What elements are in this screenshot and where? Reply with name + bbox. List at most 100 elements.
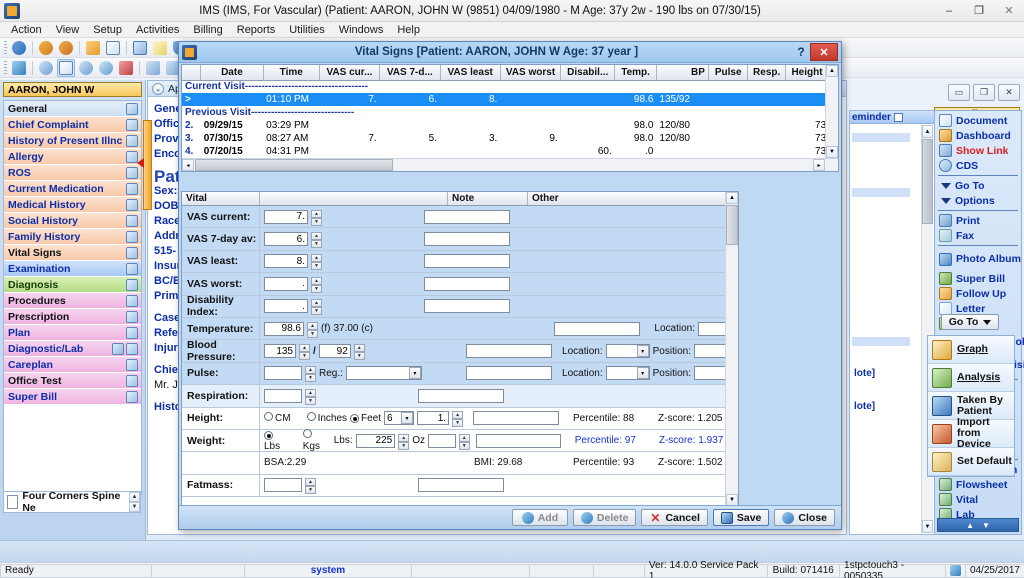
document-scroll-spinner[interactable]: ▲▼ <box>129 492 140 512</box>
menu-item-reports[interactable]: Reports <box>230 22 283 38</box>
col-date[interactable]: Date <box>201 65 263 80</box>
action-follow-up[interactable]: Follow Up <box>937 286 1019 301</box>
document-selector[interactable]: Four Corners Spine Ne ▲▼ <box>3 491 141 513</box>
pulse-input[interactable] <box>264 366 302 380</box>
delete-button[interactable]: Delete <box>573 509 637 526</box>
radio-cm[interactable] <box>264 412 273 421</box>
height-unit-feet-radio[interactable]: Feet <box>350 413 381 424</box>
note-indicator-icon[interactable] <box>126 391 138 403</box>
mdi-restore-button[interactable]: ❐ <box>973 84 995 101</box>
scroll-down-icon[interactable]: ▼ <box>982 521 990 530</box>
scroll-left-icon[interactable]: ◂ <box>182 159 194 171</box>
action-cds[interactable]: CDS <box>937 158 1019 173</box>
scroll-down-icon[interactable]: ▼ <box>922 520 933 533</box>
lab-flask-icon[interactable] <box>151 39 169 57</box>
table-row[interactable]: 3. 07/30/15 08:27 AM 7. 5. 3. 9. 98.0 12… <box>182 132 838 145</box>
sidebar-item-careplan[interactable]: Careplan <box>4 357 141 373</box>
heart-icon[interactable] <box>117 59 135 77</box>
height-note-input[interactable] <box>473 411 559 425</box>
weight-unit-lbs-radio[interactable]: Lbs <box>264 430 291 452</box>
scroll-up-icon[interactable]: ▲ <box>726 192 738 204</box>
open-folder-icon[interactable] <box>10 59 28 77</box>
note-indicator-icon[interactable] <box>126 215 138 227</box>
left-collapse-arrow-icon[interactable] <box>137 158 144 168</box>
action-show-link[interactable]: Show Link <box>937 143 1019 158</box>
col-disability[interactable]: Disabil... <box>561 65 615 80</box>
close-dialog-button[interactable]: Close <box>774 509 835 526</box>
sidebar-item-allergy[interactable]: Allergy <box>4 149 141 165</box>
note-indicator-icon[interactable] <box>126 119 138 131</box>
note-indicator-icon[interactable] <box>126 135 138 147</box>
scroll-right-icon[interactable]: ▸ <box>813 159 825 171</box>
pulse-note-input[interactable] <box>466 366 552 380</box>
import-from-device-button[interactable]: Import from Device <box>928 420 1014 448</box>
menu-item-activities[interactable]: Activities <box>129 22 186 38</box>
note-indicator-icon[interactable] <box>126 311 138 323</box>
height-inches-stepper[interactable]: ▲▼ <box>452 411 463 425</box>
new-record-icon[interactable] <box>37 59 55 77</box>
respiration-stepper[interactable]: ▲▼ <box>305 389 316 403</box>
disability-index-stepper[interactable]: ▲▼ <box>311 299 322 313</box>
bp-diastolic-input[interactable]: 92 <box>319 344 351 358</box>
bp-systolic-input[interactable]: 135 <box>264 344 296 358</box>
save-button[interactable]: Save <box>713 509 770 526</box>
note-indicator-icon[interactable] <box>126 183 138 195</box>
vas-least-note-input[interactable] <box>424 254 510 268</box>
scroll-down-icon[interactable]: ▼ <box>826 146 838 158</box>
action-print[interactable]: Print <box>937 213 1019 228</box>
toolbar-grip[interactable] <box>4 41 7 55</box>
sidebar-item-chief-complaint[interactable]: Chief Complaint <box>4 117 141 133</box>
edit-patient-icon[interactable] <box>57 39 75 57</box>
pulse-stepper[interactable]: ▲▼ <box>305 366 316 380</box>
edit-record-icon[interactable] <box>57 59 75 77</box>
temperature-input[interactable]: 98.6 <box>264 322 304 336</box>
menu-item-action[interactable]: Action <box>4 22 49 38</box>
analysis-button[interactable]: Analysis <box>928 364 1014 392</box>
set-default-button[interactable]: Set Default <box>928 448 1014 476</box>
sidebar-item-diagnostic-lab[interactable]: Diagnostic/Lab <box>4 341 141 357</box>
temperature-stepper[interactable]: ▲▼ <box>307 322 318 336</box>
fatmass-note-input[interactable] <box>418 478 504 492</box>
search-chart-icon[interactable] <box>131 39 149 57</box>
note-indicator-icon[interactable] <box>126 295 138 307</box>
vas-least-stepper[interactable]: ▲▼ <box>311 254 322 268</box>
vas-worst-note-input[interactable] <box>424 277 510 291</box>
note-indicator-icon[interactable] <box>126 199 138 211</box>
vas-current-stepper[interactable]: ▲▼ <box>311 210 322 224</box>
scroll-thumb[interactable] <box>922 139 933 224</box>
right-panel-scroller[interactable]: ▲ ▼ <box>937 518 1019 532</box>
sidebar-item-vital-signs[interactable]: Vital Signs <box>4 245 141 261</box>
sidebar-patient-name[interactable]: AARON, JOHN W <box>3 82 142 97</box>
pulse-location-select[interactable]: ▾ <box>606 366 650 380</box>
col-temp[interactable]: Temp. <box>615 65 657 80</box>
grid-vertical-scrollbar[interactable]: ▲ ▼ <box>825 65 838 158</box>
edit-note-icon[interactable] <box>104 39 122 57</box>
note-indicator-icon[interactable] <box>126 343 138 355</box>
cancel-button[interactable]: ✕ Cancel <box>641 509 707 526</box>
bp-location-select[interactable]: ▾ <box>606 344 650 358</box>
bp-diastolic-stepper[interactable]: ▲▼ <box>354 344 365 358</box>
disability-index-input[interactable]: . <box>264 299 308 313</box>
left-collapse-tab[interactable] <box>143 120 152 210</box>
bp-note-input[interactable] <box>466 344 552 358</box>
height-feet-select[interactable]: 6▾ <box>384 411 414 425</box>
height-unit-cm-radio[interactable]: CM <box>264 412 291 424</box>
vas-7day-input[interactable]: 6. <box>264 232 308 246</box>
sidebar-item-examination[interactable]: Examination <box>4 261 141 277</box>
note-indicator-icon[interactable] <box>126 359 138 371</box>
vas-worst-stepper[interactable]: ▲▼ <box>311 277 322 291</box>
note-indicator-icon[interactable] <box>126 103 138 115</box>
radio-feet[interactable] <box>350 414 359 423</box>
lab-indicator-icon[interactable] <box>112 343 124 355</box>
dialog-close-button[interactable]: ✕ <box>810 43 838 61</box>
open-chart-icon[interactable] <box>84 39 102 57</box>
bp-systolic-stepper[interactable]: ▲▼ <box>299 344 310 358</box>
vitals-history-grid[interactable]: Date Time VAS cur... VAS 7-d... VAS leas… <box>181 64 839 172</box>
menu-item-setup[interactable]: Setup <box>86 22 129 38</box>
menu-item-help[interactable]: Help <box>390 22 427 38</box>
weight-lbs-stepper[interactable]: ▲▼ <box>398 434 409 448</box>
vas-current-input[interactable]: 7. <box>264 210 308 224</box>
sidebar-item-general[interactable]: General <box>4 101 141 117</box>
note-indicator-icon[interactable] <box>126 279 138 291</box>
minimize-button[interactable]: – <box>934 0 964 22</box>
